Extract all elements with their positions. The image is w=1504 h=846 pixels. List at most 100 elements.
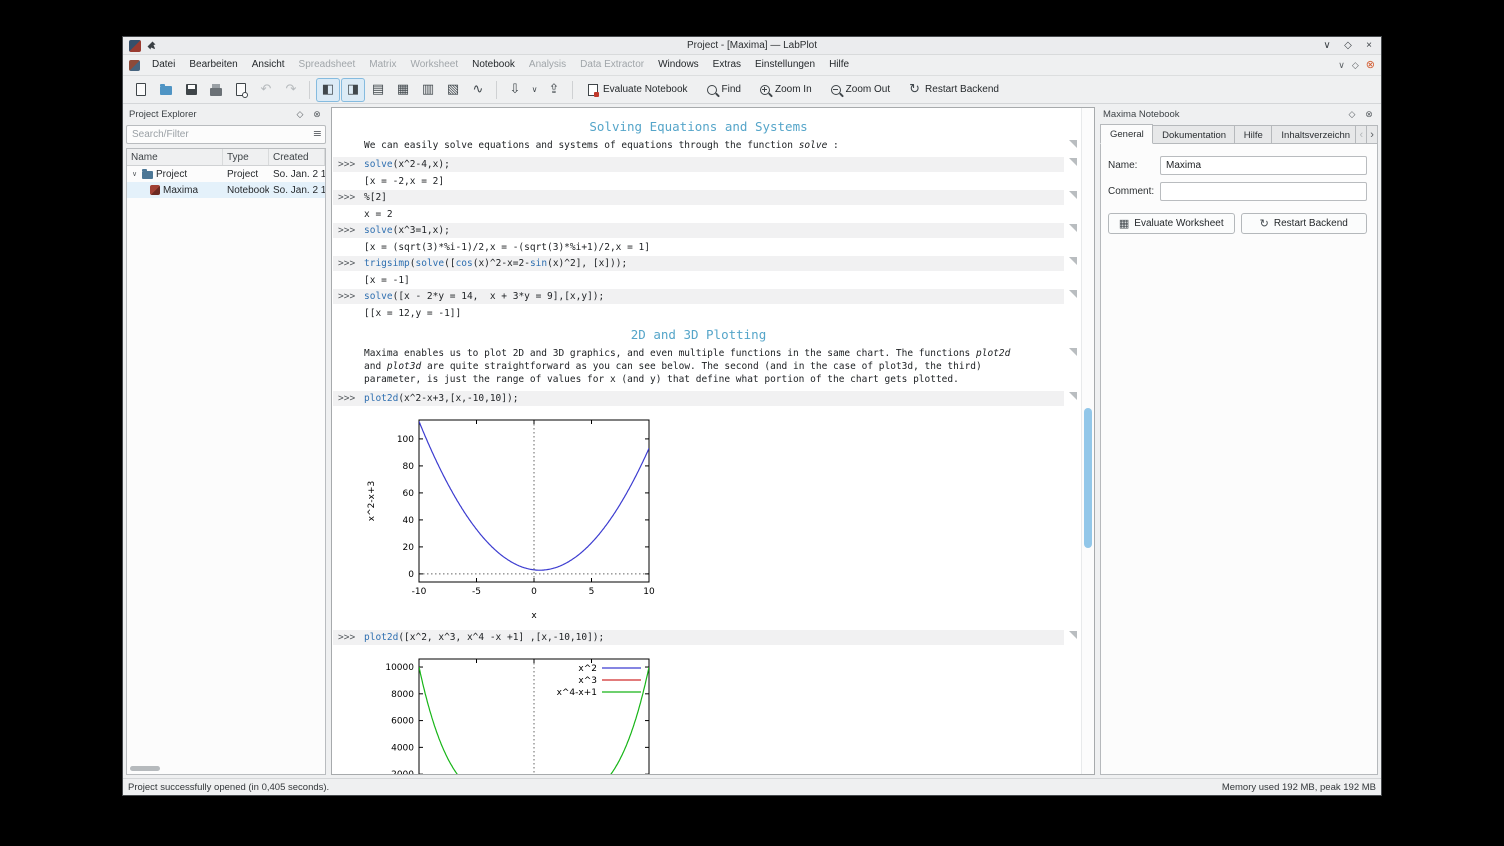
cell-fold-marker[interactable] bbox=[1069, 290, 1077, 298]
cell-fold-marker[interactable] bbox=[1069, 391, 1077, 400]
general-tab-content: Name: Comment: ▦ Evaluate Worksheet ↻ bbox=[1100, 143, 1378, 775]
command-code[interactable]: plot2d(x^2-x+3,[x,-10,10]); bbox=[364, 393, 518, 404]
command-code[interactable]: %[2] bbox=[364, 192, 387, 203]
new-project-button[interactable] bbox=[129, 78, 153, 102]
mdi-restore-icon[interactable]: ◇ bbox=[1352, 58, 1359, 72]
menu-einstellungen[interactable]: Einstellungen bbox=[748, 55, 822, 75]
name-input[interactable] bbox=[1160, 156, 1367, 175]
cell-fold-marker[interactable] bbox=[1069, 257, 1077, 265]
cell-fold-marker[interactable] bbox=[1069, 191, 1077, 199]
expander-icon[interactable]: ∨ bbox=[130, 170, 139, 178]
notebook-input-cell[interactable]: >>> plot2d(x^2-x+3,[x,-10,10]); bbox=[333, 390, 1077, 406]
toggle-properties-button[interactable]: ◨ bbox=[341, 77, 365, 102]
toggle-project-explorer-button[interactable]: ◧ bbox=[316, 77, 340, 102]
tab-scroll-left-icon[interactable]: ‹ bbox=[1356, 125, 1368, 144]
tab-scroll-right-icon[interactable]: › bbox=[1367, 125, 1378, 144]
titlebar[interactable]: Project - [Maxima] — LabPlot ∨ ◇ × bbox=[123, 37, 1381, 55]
menu-bearbeiten[interactable]: Bearbeiten bbox=[182, 55, 244, 75]
horizontal-scrollbar[interactable] bbox=[130, 766, 160, 771]
tab-general[interactable]: General bbox=[1100, 124, 1154, 144]
mdi-minimize-icon[interactable]: ∨ bbox=[1338, 58, 1345, 72]
float-panel-icon[interactable]: ◇ bbox=[1346, 110, 1358, 120]
tree-column-headers: Name Type Created bbox=[127, 149, 325, 166]
command-code[interactable]: solve([x - 2*y = 14, x + 3*y = 9],[x,y])… bbox=[364, 291, 604, 302]
restart-backend-panel-button[interactable]: ↻ Restart Backend bbox=[1240, 213, 1367, 234]
restart-backend-button[interactable]: ↻ Restart Backend bbox=[900, 78, 1008, 102]
new-matrix-button[interactable]: ▦ bbox=[391, 78, 415, 102]
notebook-input-cell[interactable]: >>> plot2d([x^2, x^3, x^4 -x +1] ,[x,-10,… bbox=[333, 629, 1077, 645]
restart-icon: ↻ bbox=[909, 82, 921, 97]
import-icon: ⇩ bbox=[509, 82, 521, 97]
tab-dokumentation[interactable]: Dokumentation bbox=[1153, 125, 1235, 144]
command-code[interactable]: plot2d([x^2, x^3, x^4 -x +1] ,[x,-10,10]… bbox=[364, 632, 604, 643]
notebook-input-cell[interactable]: >>> trigsimp(solve([cos(x)^2-x=2-sin(x)^2… bbox=[333, 256, 1077, 271]
new-spreadsheet-button[interactable]: ▤ bbox=[366, 78, 390, 102]
print-button[interactable] bbox=[204, 78, 228, 102]
menu-matrix: Matrix bbox=[369, 59, 397, 70]
column-header-type[interactable]: Type bbox=[223, 149, 269, 165]
cell-fold-marker[interactable] bbox=[1069, 630, 1077, 639]
svg-text:0: 0 bbox=[408, 569, 414, 579]
close-panel-icon[interactable]: ⊗ bbox=[311, 110, 323, 120]
notebook-section-title[interactable]: 2D and 3D Plotting bbox=[333, 327, 1064, 342]
menu-ansicht[interactable]: Ansicht bbox=[245, 55, 292, 75]
new-worksheet-button[interactable]: ▥ bbox=[416, 78, 440, 102]
evaluate-notebook-button[interactable]: Evaluate Notebook bbox=[579, 78, 697, 102]
tree-item-type: Project bbox=[227, 168, 259, 180]
tree-row-maxima[interactable]: Maxima Notebook So. Jan. 2 18: bbox=[127, 182, 325, 198]
import-dropdown-button[interactable]: ∨ bbox=[528, 78, 541, 102]
command-code[interactable]: solve(x^3=1,x); bbox=[364, 225, 450, 236]
cell-fold-marker[interactable] bbox=[1069, 347, 1077, 356]
pin-icon[interactable] bbox=[147, 41, 156, 50]
menu-analysis: Analysis bbox=[528, 59, 567, 70]
menu-datei[interactable]: Datei bbox=[145, 55, 182, 75]
close-icon[interactable]: × bbox=[1363, 38, 1375, 54]
menu-windows[interactable]: Windows bbox=[651, 55, 706, 75]
tab-inhaltsverzeichnis[interactable]: Inhaltsverzeichn bbox=[1272, 125, 1357, 144]
command-code[interactable]: solve(x^2-4,x); bbox=[364, 159, 450, 170]
find-button[interactable]: Find bbox=[698, 78, 750, 102]
svg-text:x^4-x+1: x^4-x+1 bbox=[557, 688, 597, 698]
data-extractor-button[interactable]: ∿ bbox=[466, 78, 490, 102]
zoom-out-button[interactable]: Zoom Out bbox=[822, 78, 899, 102]
comment-input[interactable] bbox=[1160, 182, 1367, 201]
notebook-text-cell[interactable]: We can easily solve equations and system… bbox=[333, 139, 1077, 152]
open-project-button[interactable] bbox=[154, 78, 178, 102]
cell-fold-marker[interactable] bbox=[1069, 224, 1077, 232]
cell-fold-marker[interactable] bbox=[1069, 140, 1077, 148]
find-label: Find bbox=[721, 84, 741, 95]
curve-icon: ∿ bbox=[472, 82, 484, 97]
export-button[interactable]: ⇪ bbox=[542, 78, 566, 102]
notebook-input-cell[interactable]: >>> %[2] bbox=[333, 190, 1077, 205]
command-code[interactable]: trigsimp(solve([cos(x)^2-x=2-sin(x)^2], … bbox=[364, 258, 627, 269]
tree-row-project[interactable]: ∨ Project Project So. Jan. 2 18: bbox=[127, 166, 325, 182]
menu-hilfe[interactable]: Hilfe bbox=[822, 55, 856, 75]
tab-hilfe[interactable]: Hilfe bbox=[1234, 125, 1273, 144]
mdi-close-icon[interactable]: ⊗ bbox=[1366, 58, 1375, 72]
notebook-input-cell[interactable]: >>> solve(x^3=1,x); bbox=[333, 223, 1077, 238]
import-button[interactable]: ⇩ bbox=[503, 78, 527, 102]
close-panel-icon[interactable]: ⊗ bbox=[1363, 110, 1375, 120]
float-panel-icon[interactable]: ◇ bbox=[294, 110, 306, 120]
new-notebook-button[interactable]: ▧ bbox=[441, 78, 465, 102]
notebook-text-cell[interactable]: Maxima enables us to plot 2D and 3D grap… bbox=[333, 347, 1077, 386]
menu-notebook[interactable]: Notebook bbox=[465, 55, 522, 75]
filter-options-icon[interactable]: ≡ bbox=[313, 127, 322, 140]
scrollbar-thumb[interactable] bbox=[1084, 408, 1092, 548]
menu-extras[interactable]: Extras bbox=[706, 55, 748, 75]
cell-fold-marker[interactable] bbox=[1069, 158, 1077, 166]
column-header-created[interactable]: Created bbox=[269, 149, 325, 165]
column-header-name[interactable]: Name bbox=[127, 149, 223, 165]
notebook-input-cell[interactable]: >>> solve([x - 2*y = 14, x + 3*y = 9],[x,… bbox=[333, 289, 1077, 304]
evaluate-worksheet-button[interactable]: ▦ Evaluate Worksheet bbox=[1108, 213, 1235, 234]
notebook-section-title[interactable]: Solving Equations and Systems bbox=[333, 119, 1064, 134]
print-preview-button[interactable] bbox=[229, 78, 253, 102]
notebook-input-cell[interactable]: >>> solve(x^2-4,x); bbox=[333, 157, 1077, 172]
zoom-in-button[interactable]: Zoom In bbox=[751, 78, 821, 102]
project-explorer-header: Project Explorer ◇ ⊗ bbox=[126, 107, 326, 122]
minimize-icon[interactable]: ∨ bbox=[1321, 38, 1333, 54]
search-input[interactable] bbox=[126, 125, 326, 144]
notebook-scrollbar[interactable] bbox=[1081, 108, 1094, 774]
maximize-icon[interactable]: ◇ bbox=[1342, 38, 1354, 54]
save-project-button[interactable] bbox=[179, 78, 203, 102]
